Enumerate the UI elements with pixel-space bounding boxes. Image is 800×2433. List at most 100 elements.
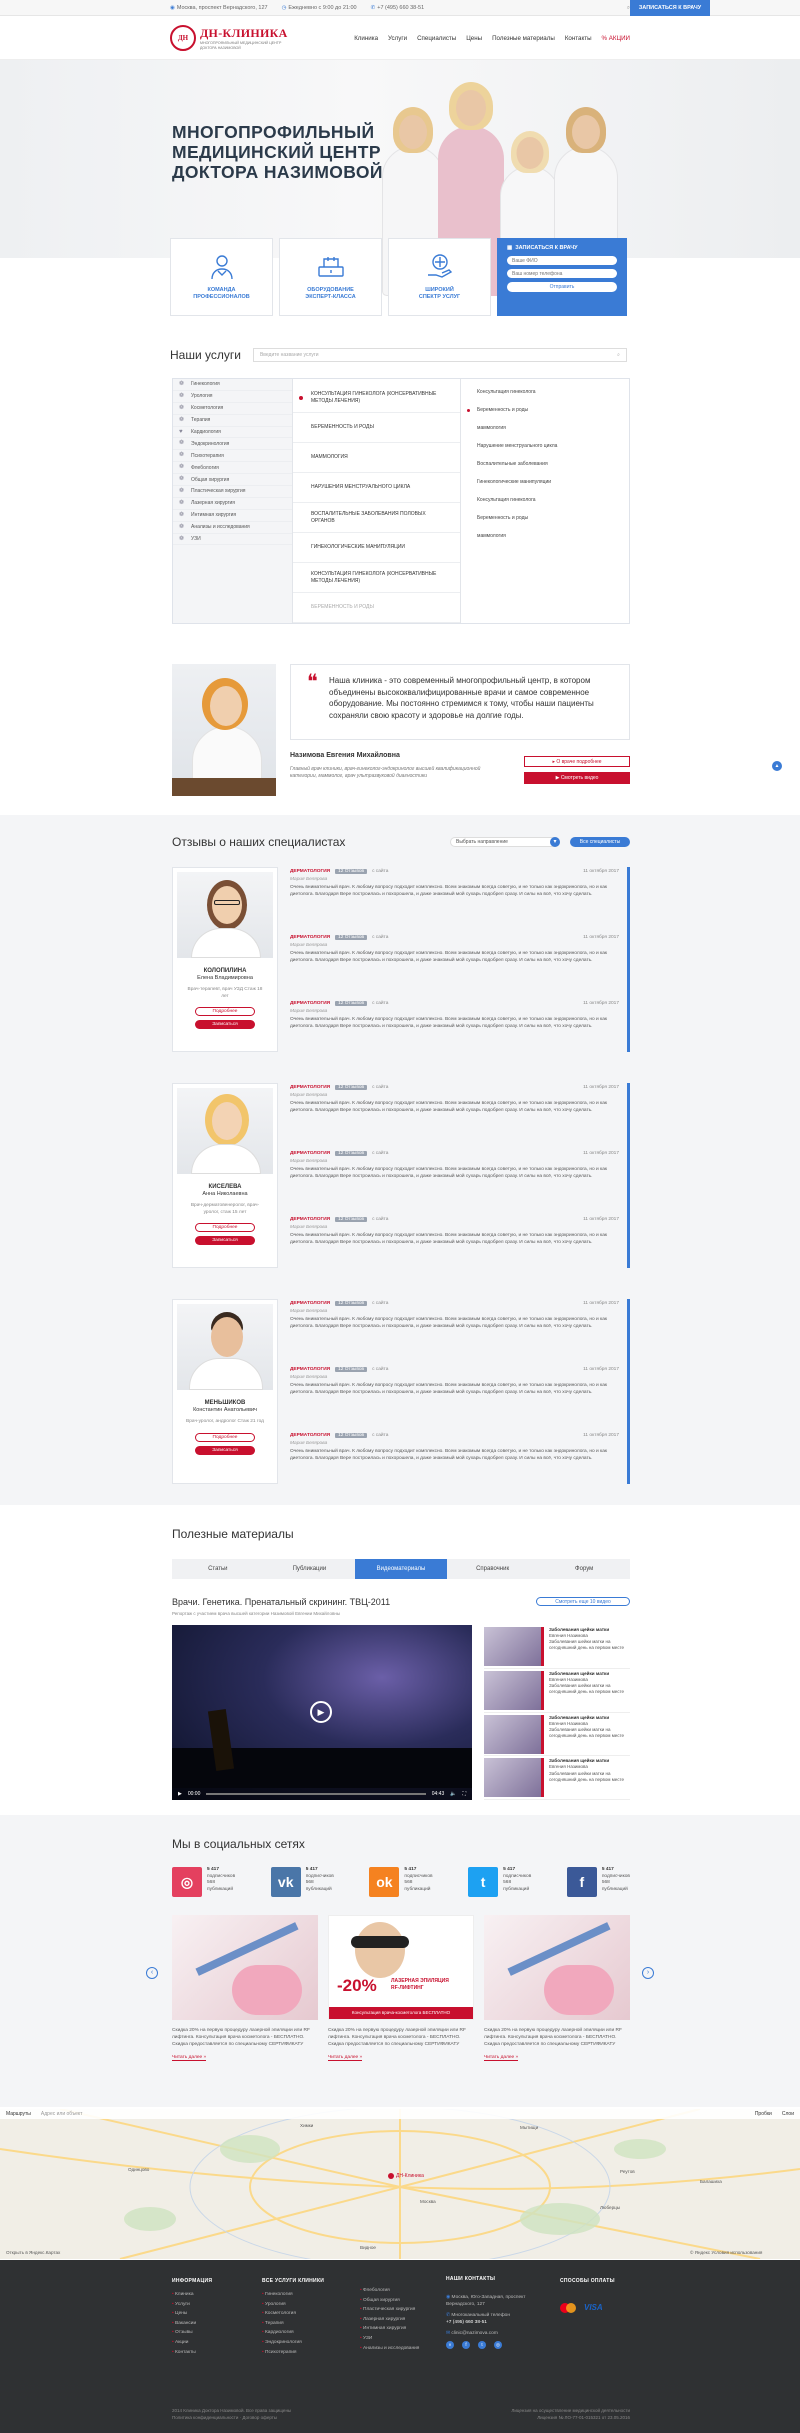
service-item[interactable]: Воспалительные заболевания (461, 455, 629, 473)
facebook-icon[interactable]: f (566, 1867, 597, 1897)
all-specialists-button[interactable]: Все специалисты (570, 837, 630, 847)
doctor-more-button[interactable]: Подробнее (195, 1432, 255, 1442)
nav-item-clinic[interactable]: Клиника (354, 35, 378, 42)
review-count-badge[interactable]: 12 Отзывов (335, 935, 368, 940)
subcategory-item[interactable]: БЕРЕМЕННОСТЬ И РОДЫ (293, 593, 460, 623)
footer-link[interactable]: УЗИ (360, 2334, 419, 2344)
nav-item-services[interactable]: Услуги (388, 35, 407, 42)
phone-field[interactable] (507, 269, 617, 278)
scroll-top-icon[interactable]: ▲ (772, 761, 782, 771)
category-item[interactable]: ❁ Анализы и исследования (173, 522, 292, 534)
footer-link[interactable]: Терапия (262, 2319, 324, 2329)
instagram-icon[interactable]: ◎ (172, 1867, 202, 1897)
footer-link[interactable]: Гинекология (262, 2290, 324, 2300)
review-category[interactable]: ДЕРМАТОЛОГИЯ (290, 1085, 330, 1090)
subcategory-item[interactable]: ВОСПАЛИТЕЛЬНЫЕ ЗАБОЛЕВАНИЯ ПОЛОВЫХ ОРГАН… (293, 503, 460, 533)
doctor-book-button[interactable]: Записаться (195, 1020, 255, 1030)
vk-icon[interactable]: v (446, 2341, 454, 2350)
play-icon[interactable]: ▶ (178, 1791, 182, 1797)
feature-card-team[interactable]: КОМАНДА ПРОФЕССИОНАЛОВ (170, 238, 273, 316)
category-item[interactable]: ❁ Гинекология (173, 379, 292, 391)
review-category[interactable]: ДЕРМАТОЛОГИЯ (290, 1151, 330, 1156)
phone-text[interactable]: +7 (495) 660 38-51 (377, 5, 424, 11)
social-instagram[interactable]: ◎ 5 417 подписчиков 568 публикаций (172, 1867, 235, 1897)
subcategory-item[interactable]: БЕРЕМЕННОСТЬ И РОДЫ (293, 413, 460, 443)
social-twitter[interactable]: t5 417 подписчиков 568 публикаций (468, 1867, 531, 1897)
category-item[interactable]: ❁ Флебология (173, 462, 292, 475)
direction-select[interactable]: Выбрать направление (450, 837, 560, 847)
name-field[interactable] (507, 256, 617, 265)
doctor-more-button[interactable]: Подробнее (195, 1007, 255, 1017)
subcategory-item[interactable]: КОНСУЛЬТАЦИЯ ГИНЕКОЛОГА (КОНСЕРВАТИВНЫЕ … (293, 563, 460, 593)
nav-item-specialists[interactable]: Специалисты (417, 35, 456, 42)
footer-link[interactable]: Клиника (172, 2290, 212, 2300)
review-count-badge[interactable]: 12 Отзывов (335, 1301, 368, 1306)
doctor-book-button[interactable]: Записаться (195, 1236, 255, 1246)
footer-link[interactable]: Цены (172, 2309, 212, 2319)
footer-link[interactable]: Косметология (262, 2309, 324, 2319)
review-count-badge[interactable]: 12 Отзывов (335, 1217, 368, 1222)
nav-item-promo[interactable]: % АКЦИИ (602, 35, 630, 42)
subcategory-item[interactable]: КОНСУЛЬТАЦИЯ ГИНЕКОЛОГА (КОНСЕРВАТИВНЫЕ … (293, 383, 460, 413)
review-count-badge[interactable]: 12 Отзывов (335, 869, 368, 874)
service-search-input[interactable]: Введите название услуги ⌕ (252, 348, 627, 362)
phone-info[interactable]: ✆ +7 (495) 660 38-51 (371, 5, 425, 11)
privacy-link[interactable]: Политика конфиденциальности · Договор оф… (172, 2415, 277, 2420)
map-traffic-button[interactable]: Пробки (755, 2111, 772, 2117)
director-video-button[interactable]: ▶ Смотреть видео (524, 772, 630, 784)
video-player[interactable]: ▶ ▶ 00:00 04:43 🔈 ⛶ (172, 1625, 472, 1800)
more-videos-button[interactable]: Смотреть еще 10 видео (536, 1597, 630, 1606)
fullscreen-icon[interactable]: ⛶ (462, 1791, 466, 1797)
social-facebook[interactable]: f5 417 подписчиков 568 публикаций (566, 1867, 630, 1897)
social-vk[interactable]: vk 5 417 подписчиков 568 публикаций (270, 1867, 334, 1897)
footer-link[interactable]: Интимная хирургия (360, 2324, 419, 2334)
category-item[interactable]: ❁ Эндокринология (173, 438, 292, 451)
doctor-more-button[interactable]: Подробнее (195, 1223, 255, 1233)
tab-reference[interactable]: Справочник (447, 1559, 539, 1579)
service-item[interactable]: Нарушение менструального цикла (461, 437, 629, 455)
footer-link[interactable]: Контакты (172, 2348, 212, 2358)
category-item[interactable]: ❁ Психотерапия (173, 450, 292, 463)
twitter-icon[interactable]: t (468, 1867, 499, 1897)
book-appointment-button[interactable]: ЗАПИСАТЬСЯ К ВРАЧУ (630, 0, 710, 16)
logo[interactable]: ДН ДН-КЛИНИКА МНОГОПРОФИЛЬНЫЙ МЕДИЦИНСКИ… (170, 25, 288, 51)
feature-card-services[interactable]: ШИРОКИЙ СПЕКТР УСЛУГ (388, 238, 491, 316)
category-item[interactable]: ❁ Урология (173, 391, 292, 403)
instagram-icon[interactable]: ◎ (494, 2341, 502, 2350)
nav-item-prices[interactable]: Цены (466, 35, 482, 42)
category-item[interactable]: ❁ Интимная хирургия (173, 510, 292, 522)
video-progress[interactable] (206, 1793, 426, 1795)
post-read-more[interactable]: Читать далее » (328, 2055, 363, 2061)
service-item[interactable]: Беременность и роды (461, 401, 629, 419)
service-item[interactable]: Консультация гинеколога (461, 383, 629, 401)
footer-link[interactable]: Акции (172, 2338, 212, 2348)
footer-link[interactable]: Кардиология (262, 2328, 324, 2338)
review-category[interactable]: ДЕРМАТОЛОГИЯ (290, 1433, 330, 1438)
category-item[interactable]: ♥ Кардиология (173, 427, 292, 439)
post-read-more[interactable]: Читать далее » (172, 2055, 207, 2061)
subcategory-item[interactable]: МАММОЛОГИЯ (293, 443, 460, 473)
playlist-item[interactable]: Заболевания щейки матки Евгения Назимова З… (484, 1713, 630, 1757)
feature-card-equipment[interactable]: ОБОРУДОВАНИЕ ЭКСПЕРТ-КЛАССА (279, 238, 382, 316)
footer-link[interactable]: Психотерапия (262, 2348, 324, 2358)
post-image[interactable] (172, 1915, 318, 2020)
category-item[interactable]: ❁ УЗИ (173, 534, 292, 546)
odnoklassniki-icon[interactable]: ok (369, 1867, 400, 1897)
category-item[interactable]: ❁ Терапия (173, 415, 292, 427)
volume-icon[interactable]: 🔈 (450, 1791, 456, 1797)
review-category[interactable]: ДЕРМАТОЛОГИЯ (290, 1217, 330, 1222)
map-open-link[interactable]: Открыть в Яндекс.Картах (6, 2250, 60, 2255)
tab-forum[interactable]: Форум (538, 1559, 630, 1579)
post-image[interactable]: -20% ЛАЗЕРНАЯ ЭПИЛЯЦИЯ RF-ЛИФТИНГ Консуль… (328, 1915, 474, 2020)
footer-link[interactable]: Услуги (172, 2300, 212, 2310)
service-item[interactable]: Беременность и роды (461, 509, 629, 527)
map-layers-button[interactable]: Слои (782, 2111, 794, 2117)
service-item[interactable]: Гинекологические манипуляции (461, 473, 629, 491)
review-count-badge[interactable]: 12 Отзывов (335, 1367, 368, 1372)
footer-link[interactable]: Анализы и исследования (360, 2344, 419, 2354)
footer-phone-number[interactable]: +7 (495) 660 38-51 (446, 2320, 487, 2325)
review-category[interactable]: ДЕРМАТОЛОГИЯ (290, 1367, 330, 1372)
tab-publications[interactable]: Публикации (264, 1559, 356, 1579)
play-icon[interactable]: ▶ (310, 1701, 332, 1723)
category-item[interactable]: ❁ Общая хирургия (173, 474, 292, 487)
